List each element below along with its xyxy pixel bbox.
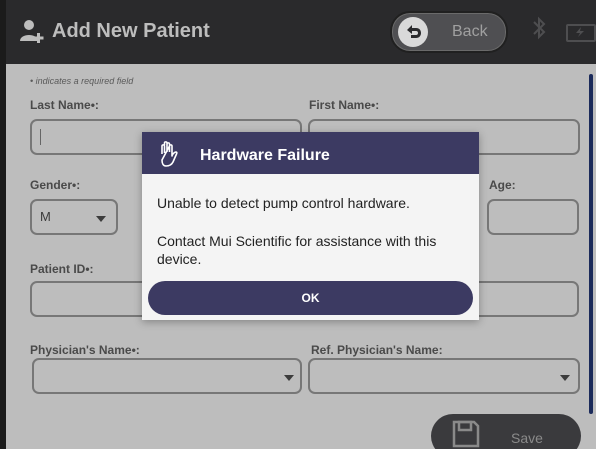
header-bar: Add New Patient Back xyxy=(6,0,596,64)
physician-name-select[interactable] xyxy=(32,358,302,394)
bluetooth-icon xyxy=(531,14,547,47)
physician-name-label: Physician's Name•: xyxy=(30,343,140,357)
hardware-failure-dialog: Hardware Failure Unable to detect pump c… xyxy=(142,132,479,320)
gender-select[interactable]: M xyxy=(30,199,118,235)
dialog-message-primary: Unable to detect pump control hardware. xyxy=(157,195,410,211)
patient-id-label: Patient ID•: xyxy=(30,262,94,276)
ok-button[interactable]: OK xyxy=(148,281,473,315)
age-label: Age: xyxy=(489,178,516,192)
age-field[interactable] xyxy=(487,199,579,235)
dialog-title: Hardware Failure xyxy=(200,147,330,164)
dialog-header: Hardware Failure xyxy=(142,132,479,174)
scrollbar[interactable] xyxy=(589,74,593,414)
gender-label: Gender•: xyxy=(30,178,81,192)
hand-stop-icon xyxy=(156,140,186,173)
chevron-down-icon xyxy=(560,375,570,381)
page-title: Add New Patient xyxy=(52,20,210,42)
back-button-label: Back xyxy=(452,23,488,40)
back-arrow-icon xyxy=(398,17,428,47)
ref-physician-name-select[interactable] xyxy=(308,358,580,394)
dialog-message-secondary: Contact Mui Scientific for assistance wi… xyxy=(157,233,437,267)
ref-physician-name-label: Ref. Physician's Name: xyxy=(311,343,443,357)
floppy-disk-icon xyxy=(451,419,481,449)
gender-value: M xyxy=(40,209,51,224)
chevron-down-icon xyxy=(96,216,106,222)
save-button-label: Save xyxy=(511,430,543,446)
battery-charging-icon xyxy=(566,24,596,42)
app-window: Add New Patient Back • indicates a requi… xyxy=(6,0,596,449)
first-name-label: First Name•: xyxy=(309,98,380,112)
back-button[interactable]: Back xyxy=(390,11,508,53)
required-field-note: • indicates a required field xyxy=(30,76,134,86)
chevron-down-icon xyxy=(284,375,294,381)
ok-button-label: OK xyxy=(301,291,320,305)
last-name-label: Last Name•: xyxy=(30,98,99,112)
save-button[interactable]: Save xyxy=(431,414,581,449)
add-user-icon xyxy=(20,19,46,48)
text-cursor xyxy=(40,129,41,145)
